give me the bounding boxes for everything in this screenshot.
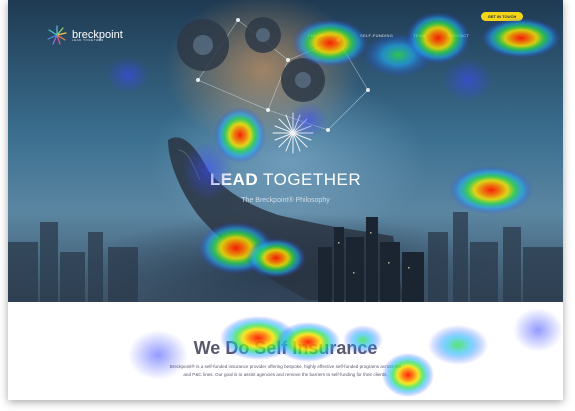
hero-heading-bold: LEAD [209, 170, 259, 189]
gear-icon [177, 17, 325, 102]
hero-heading: LEAD TOGETHER [8, 170, 563, 190]
hero-subtitle: The Breckpoint® Philosophy [241, 197, 330, 204]
section-body-text: Breckpoint® is a self-funded insurance p… [169, 364, 402, 377]
nav-link-contact[interactable]: CONTACT [448, 33, 469, 38]
brand-tagline: LEAD TOGETHER [72, 38, 104, 42]
page-screenshot: breckpoint LEAD TOGETHER PHILOSOPHY SELF… [8, 0, 563, 400]
brand-logo[interactable]: breckpoint LEAD TOGETHER [46, 24, 123, 46]
section-heading: We Do Self Insurance [193, 338, 378, 358]
city-skyline [8, 212, 563, 302]
main-nav: PHILOSOPHY SELF-FUNDING TEAM CONTACT [308, 33, 478, 43]
hero-heading-rest: TOGETHER [258, 170, 362, 189]
nav-link-philosophy[interactable]: PHILOSOPHY [308, 33, 337, 38]
nav-link-team[interactable]: TEAM [413, 33, 425, 38]
hero-section: breckpoint LEAD TOGETHER PHILOSOPHY SELF… [8, 0, 563, 302]
get-in-touch-button[interactable]: GET IN TOUCH [481, 12, 523, 21]
logo-burst-icon [47, 25, 67, 45]
center-burst-icon [272, 112, 314, 154]
nav-link-self-funding[interactable]: SELF-FUNDING [360, 33, 393, 38]
